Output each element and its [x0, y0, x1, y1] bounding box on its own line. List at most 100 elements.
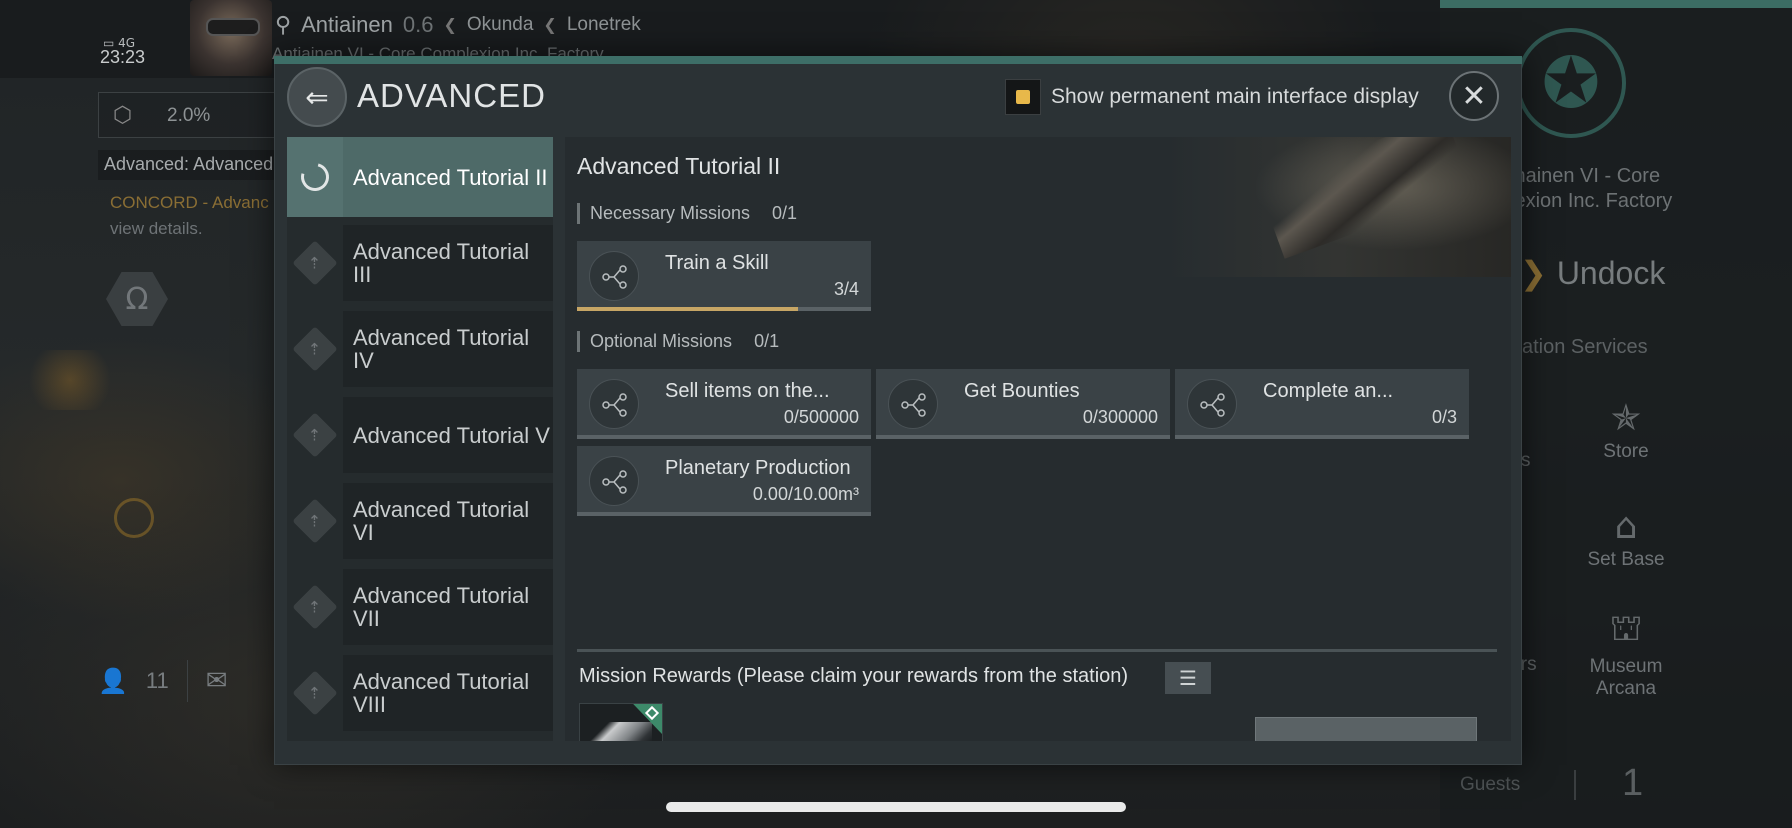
mission-progress: 3/4: [833, 279, 859, 299]
lock-icon: ⇡: [292, 412, 338, 458]
store-star-icon: ✯: [1610, 398, 1642, 439]
mission-name: Get Bounties: [964, 380, 1080, 402]
dialog-title: ADVANCED: [357, 77, 546, 114]
pilot-count: 11: [145, 668, 169, 693]
clock: 23:23: [100, 47, 146, 67]
background-hex-cluster: [20, 350, 120, 410]
back-arrow-icon: ⇐: [305, 80, 329, 114]
mission-node-icon: [888, 379, 938, 429]
tutorial-item-label: Advanced Tutorial VII: [343, 569, 553, 645]
reward-item-ship[interactable]: IV: [579, 703, 663, 741]
tutorial-item-label: Advanced Tutorial III: [343, 225, 553, 301]
mission-node-icon: [589, 379, 639, 429]
security-status: 0.6: [402, 12, 434, 37]
home-indicator[interactable]: [666, 802, 1126, 812]
mission-name: Complete an...: [1263, 380, 1394, 402]
mail-icon[interactable]: ✉: [206, 666, 228, 696]
permanent-display-toggle[interactable]: Show permanent main interface display: [1005, 79, 1419, 115]
tutorial-item-advanced-tutorial-vii[interactable]: ⇡ Advanced Tutorial VII: [287, 567, 553, 647]
mission-card-sell-items[interactable]: Sell items on the... 0/500000: [577, 369, 871, 439]
progress-track: [1175, 435, 1469, 439]
mission-node-icon: [589, 456, 639, 506]
tutorial-item-label: Advanced Tutorial VI: [343, 483, 553, 559]
tutorial-item-label: Advanced Tutorial IV: [343, 311, 553, 387]
system-name: Antiainen: [301, 12, 393, 37]
tutorial-item-advanced-tutorial-iv[interactable]: ⇡ Advanced Tutorial IV: [287, 309, 553, 389]
bottom-left-bar: 👤 11 ✉: [98, 660, 228, 702]
mission-card-planetary-production[interactable]: Planetary Production 0.00/10.00m³: [577, 446, 871, 516]
person-icon[interactable]: 👤: [98, 667, 128, 695]
chevron-right-icon: ❯: [1520, 254, 1547, 292]
station-name: inainen VI - Core lexion Inc. Factory: [1510, 165, 1673, 212]
mission-rewards-label: Mission Rewards (Please claim your rewar…: [579, 665, 1129, 687]
tutorial-item-label: Advanced Tutorial II: [343, 139, 553, 215]
concord-notice[interactable]: CONCORD - Advanc view details.: [110, 190, 280, 242]
constellation-name: Okunda: [466, 14, 534, 35]
necessary-missions-count: 0/1: [772, 203, 798, 223]
museum-arcana-button[interactable]: ⛫ Museum Arcana: [1566, 608, 1686, 700]
tutorial-item-advanced-tutorial-ii[interactable]: Advanced Tutorial II: [287, 137, 553, 217]
mission-name: Planetary Production: [665, 457, 851, 479]
home-base-icon: ⌂: [1614, 506, 1638, 547]
advanced-missions-dialog: ⇐ ADVANCED Show permanent main interface…: [274, 56, 1522, 765]
station-services-label: ation Services: [1522, 336, 1648, 358]
tutorial-item-label: Advanced Tutorial V: [343, 397, 553, 473]
cube-icon: ⬡: [113, 103, 133, 128]
tutorial-item-advanced-tutorial-iii[interactable]: ⇡ Advanced Tutorial III: [287, 223, 553, 303]
corporation-emblem-icon: ✪: [1516, 28, 1626, 138]
lock-icon: ⇡: [292, 584, 338, 630]
tutorial-detail-panel: Advanced Tutorial II Necessary Missions …: [565, 137, 1511, 741]
mission-progress: 0/500000: [783, 407, 859, 427]
mission-name: Sell items on the...: [665, 380, 830, 402]
tutorial-item-advanced-tutorial-vi[interactable]: ⇡ Advanced Tutorial VI: [287, 481, 553, 561]
mission-card-get-bounties[interactable]: Get Bounties 0/300000: [876, 369, 1170, 439]
guests-count: 1: [1622, 762, 1644, 804]
progress-track: [577, 512, 871, 516]
close-button[interactable]: ✕: [1449, 71, 1499, 121]
progress-fill: [577, 307, 798, 311]
tutorial-title: Advanced Tutorial II: [577, 153, 781, 179]
store-button[interactable]: ✯ Store: [1566, 398, 1686, 463]
set-base-button[interactable]: ⌂ Set Base: [1566, 506, 1686, 571]
mission-card-complete-an[interactable]: Complete an... 0/3: [1175, 369, 1469, 439]
rewards-divider: [577, 649, 1497, 652]
target-ring-icon: [114, 498, 154, 538]
optional-missions-count: 0/1: [754, 331, 780, 351]
divider: [1574, 770, 1576, 800]
mission-card-train-a-skill[interactable]: Train a Skill 3/4: [577, 241, 871, 311]
station-panel-accent: [1440, 0, 1792, 8]
tutorial-item-advanced-tutorial-viii[interactable]: ⇡ Advanced Tutorial VIII: [287, 653, 553, 733]
progress-track: [876, 435, 1170, 439]
mission-name: Train a Skill: [665, 252, 769, 274]
undock-button[interactable]: ❯ Undock: [1520, 254, 1665, 292]
refresh-icon: [295, 157, 335, 197]
ship-icon: [586, 722, 652, 741]
mission-progress: 0/300000: [1082, 407, 1158, 427]
cargo-percent: 2.0%: [167, 105, 211, 126]
dialog-accent-bar: [274, 56, 1522, 64]
region-name: Lonetrek: [566, 14, 641, 35]
mission-tracker[interactable]: Advanced: Advanced: [98, 150, 278, 180]
chevron-left-icon: ❮: [443, 17, 457, 34]
divider: [186, 660, 188, 702]
location-pin-icon: ⚲: [275, 12, 292, 37]
mission-node-icon: [589, 251, 639, 301]
lock-icon: ⇡: [292, 498, 338, 544]
pilot-avatar[interactable]: [190, 0, 272, 76]
tutorial-item-advanced-tutorial-v[interactable]: ⇡ Advanced Tutorial V: [287, 395, 553, 475]
close-icon: ✕: [1461, 78, 1487, 114]
lock-icon: ⇡: [292, 326, 338, 372]
cargo-indicator[interactable]: ⬡ 2.0%: [98, 92, 278, 138]
rewards-list-button[interactable]: ☰: [1165, 662, 1211, 694]
chevron-left-icon: ❮: [543, 17, 557, 34]
location-breadcrumb[interactable]: ⚲ Antiainen 0.6 ❮ Okunda ❮ Lonetrek: [275, 12, 641, 38]
permanent-display-checkbox[interactable]: [1005, 79, 1041, 115]
guests-label: Guests: [1460, 774, 1521, 795]
progress-track: [577, 435, 871, 439]
mission-progress: 0.00/10.00m³: [752, 484, 859, 504]
unfinished-status-button[interactable]: Unfinished: [1255, 717, 1477, 741]
back-button[interactable]: ⇐: [287, 67, 347, 127]
menu-icon: ☰: [1179, 666, 1197, 690]
necessary-missions-header: Necessary Missions 0/1: [577, 203, 797, 224]
museum-icon: ⛫: [1609, 608, 1643, 649]
